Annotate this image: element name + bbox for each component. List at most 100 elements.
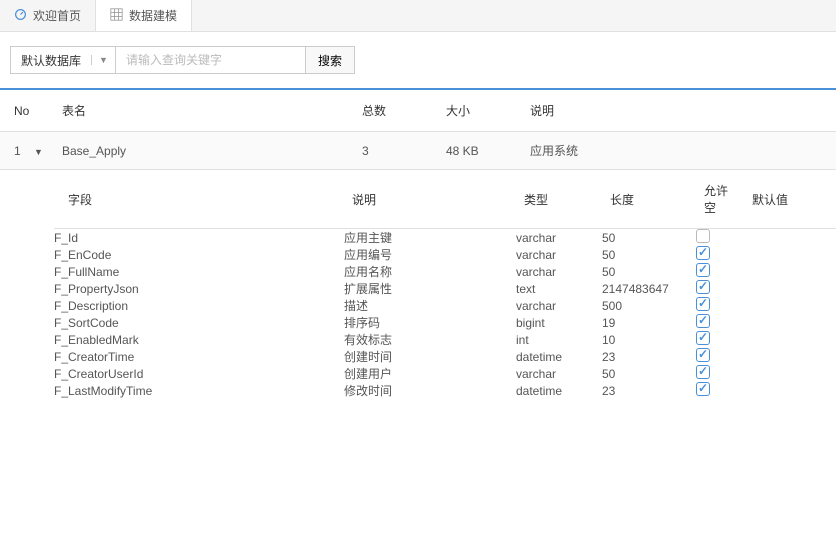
- field-name: F_Id: [54, 229, 344, 247]
- expand-icon[interactable]: ▼: [34, 147, 43, 157]
- field-type: varchar: [516, 297, 602, 314]
- field-null: [696, 348, 744, 365]
- col-header-field: 字段: [54, 170, 344, 229]
- table-desc: 应用系统: [522, 132, 836, 170]
- field-null: [696, 314, 744, 331]
- search-button[interactable]: 搜索: [306, 46, 355, 74]
- col-header-len: 长度: [602, 170, 696, 229]
- field-type: varchar: [516, 246, 602, 263]
- field-len: 50: [602, 229, 696, 247]
- field-name: F_EnCode: [54, 246, 344, 263]
- field-desc: 应用编号: [344, 246, 516, 263]
- field-len: 50: [602, 365, 696, 382]
- checkbox-icon: [696, 280, 710, 294]
- toolbar: 默认数据库 ▼ 搜索: [0, 32, 836, 90]
- field-null: [696, 382, 744, 399]
- field-row[interactable]: F_EnCode应用编号varchar50: [54, 246, 836, 263]
- field-null: [696, 365, 744, 382]
- table-size: 48 KB: [438, 132, 522, 170]
- field-null: [696, 297, 744, 314]
- col-header-total: 总数: [354, 90, 438, 132]
- checkbox-icon: [696, 263, 710, 277]
- field-name: F_PropertyJson: [54, 280, 344, 297]
- field-row[interactable]: F_PropertyJson扩展属性text2147483647: [54, 280, 836, 297]
- field-type: int: [516, 331, 602, 348]
- col-header-null: 允许空: [696, 170, 744, 229]
- tab-welcome[interactable]: 欢迎首页: [0, 0, 96, 31]
- tables-list: No 表名 总数 大小 说明 1 ▼ Base_Apply 3 48 KB 应用…: [0, 90, 836, 399]
- field-type: varchar: [516, 365, 602, 382]
- col-header-def: 默认值: [744, 170, 836, 229]
- field-def: [744, 348, 836, 365]
- checkbox-icon: [696, 382, 710, 396]
- field-def: [744, 331, 836, 348]
- grid-icon: [110, 8, 123, 24]
- col-header-name: 表名: [54, 90, 354, 132]
- table-name: Base_Apply: [54, 132, 354, 170]
- field-desc: 应用主键: [344, 229, 516, 247]
- field-type: datetime: [516, 348, 602, 365]
- field-def: [744, 229, 836, 247]
- field-name: F_SortCode: [54, 314, 344, 331]
- table-total: 3: [354, 132, 438, 170]
- field-desc: 有效标志: [344, 331, 516, 348]
- field-type: varchar: [516, 229, 602, 247]
- field-def: [744, 297, 836, 314]
- field-row[interactable]: F_SortCode排序码bigint19: [54, 314, 836, 331]
- field-name: F_CreatorTime: [54, 348, 344, 365]
- checkbox-icon: [696, 314, 710, 328]
- table-row[interactable]: 1 ▼ Base_Apply 3 48 KB 应用系统: [0, 132, 836, 170]
- database-select[interactable]: 默认数据库 ▼: [10, 46, 116, 74]
- field-row[interactable]: F_Description描述varchar500: [54, 297, 836, 314]
- field-def: [744, 263, 836, 280]
- field-row[interactable]: F_EnabledMark有效标志int10: [54, 331, 836, 348]
- field-row[interactable]: F_CreatorTime创建时间datetime23: [54, 348, 836, 365]
- field-desc: 创建用户: [344, 365, 516, 382]
- field-row[interactable]: F_LastModifyTime修改时间datetime23: [54, 382, 836, 399]
- checkbox-icon: [696, 246, 710, 260]
- tab-bar: 欢迎首页 数据建模: [0, 0, 836, 32]
- field-row[interactable]: F_FullName应用名称varchar50: [54, 263, 836, 280]
- field-type: text: [516, 280, 602, 297]
- field-type: bigint: [516, 314, 602, 331]
- row-number: 1: [14, 144, 21, 158]
- field-null: [696, 331, 744, 348]
- dashboard-icon: [14, 8, 27, 24]
- field-null: [696, 263, 744, 280]
- field-name: F_EnabledMark: [54, 331, 344, 348]
- field-len: 10: [602, 331, 696, 348]
- database-select-label: 默认数据库: [11, 52, 91, 69]
- col-header-field-desc: 说明: [344, 170, 516, 229]
- field-def: [744, 314, 836, 331]
- field-desc: 修改时间: [344, 382, 516, 399]
- field-null: [696, 246, 744, 263]
- field-desc: 创建时间: [344, 348, 516, 365]
- field-def: [744, 365, 836, 382]
- tab-data-model[interactable]: 数据建模: [96, 0, 192, 31]
- col-header-no: No: [0, 90, 54, 132]
- chevron-down-icon: ▼: [91, 55, 115, 65]
- col-header-size: 大小: [438, 90, 522, 132]
- field-len: 50: [602, 246, 696, 263]
- field-desc: 应用名称: [344, 263, 516, 280]
- field-row[interactable]: F_CreatorUserId创建用户varchar50: [54, 365, 836, 382]
- field-len: 500: [602, 297, 696, 314]
- field-null: [696, 229, 744, 247]
- field-def: [744, 382, 836, 399]
- field-desc: 扩展属性: [344, 280, 516, 297]
- col-header-type: 类型: [516, 170, 602, 229]
- checkbox-icon: [696, 297, 710, 311]
- field-len: 50: [602, 263, 696, 280]
- fields-list: 字段 说明 类型 长度 允许空 默认值 F_Id应用主键varchar50F_E…: [54, 170, 836, 399]
- field-name: F_LastModifyTime: [54, 382, 344, 399]
- field-type: varchar: [516, 263, 602, 280]
- field-def: [744, 246, 836, 263]
- field-desc: 排序码: [344, 314, 516, 331]
- search-input[interactable]: [116, 46, 306, 74]
- field-row[interactable]: F_Id应用主键varchar50: [54, 229, 836, 247]
- field-name: F_Description: [54, 297, 344, 314]
- checkbox-icon: [696, 331, 710, 345]
- field-type: datetime: [516, 382, 602, 399]
- field-len: 2147483647: [602, 280, 696, 297]
- field-len: 23: [602, 348, 696, 365]
